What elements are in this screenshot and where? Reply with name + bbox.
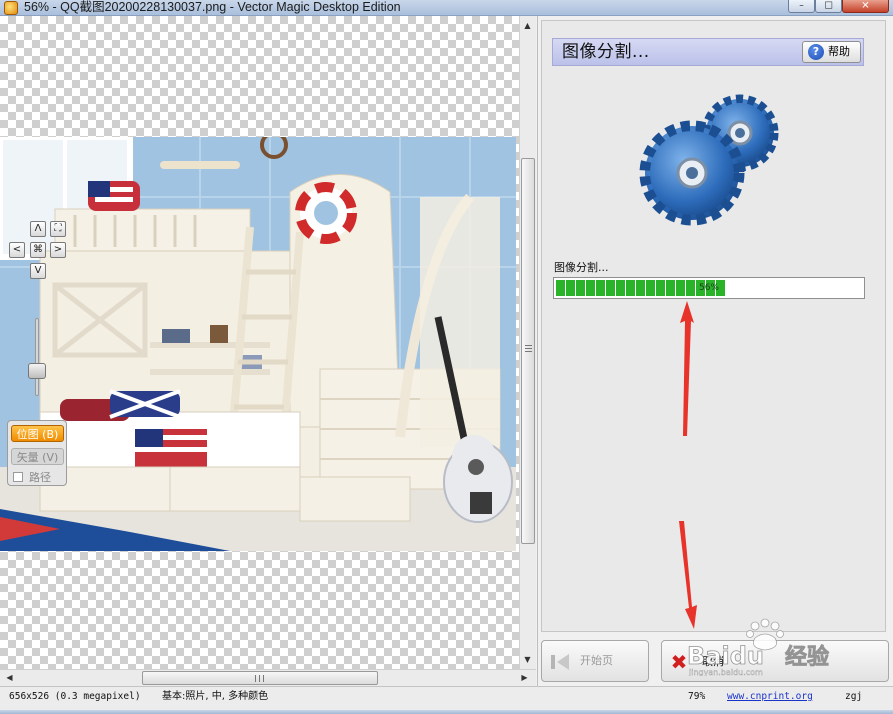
annotation-arrow-up-icon <box>680 301 694 436</box>
back-to-start-icon <box>551 654 569 670</box>
fit-icon: ⛶ <box>54 223 62 234</box>
path-checkbox[interactable] <box>13 472 23 482</box>
vertical-scrollbar[interactable]: ▲ ▼ <box>519 16 536 669</box>
progress-percent: 56% <box>698 283 719 293</box>
horizontal-scrollbar[interactable]: ◀ ▶ <box>0 669 536 686</box>
app-icon <box>4 1 18 15</box>
image-dimensions: 656x526 (0.3 megapixel) <box>9 691 141 702</box>
pan-up-button[interactable]: Λ <box>30 221 46 237</box>
wizard-panel: 图像分割... ? 帮助 图像分割... 56% 开始页 ✖ 取消 <box>537 16 893 686</box>
image-canvas[interactable]: Λ ⛶ < ⌘ > V 位图 (B) 矢量 (V) 路径 <box>0 16 519 669</box>
close-icon: ✕ <box>861 0 870 12</box>
center-view-button[interactable]: ⌘ <box>30 242 46 258</box>
scroll-up-arrow-icon[interactable]: ▲ <box>520 18 535 33</box>
close-button[interactable]: ✕ <box>842 0 889 13</box>
progress-label: 图像分割... <box>554 261 609 274</box>
maximize-button[interactable]: □ <box>815 0 842 13</box>
window-bottom-border <box>0 710 893 714</box>
view-mode-panel: 位图 (B) 矢量 (V) 路径 <box>7 420 67 486</box>
scroll-right-arrow-icon[interactable]: ▶ <box>517 670 532 685</box>
title-bar: 56% - QQ截图20200228130037.png - Vector Ma… <box>0 0 893 16</box>
start-page-label: 开始页 <box>580 654 613 667</box>
stage-header: 图像分割... ? 帮助 <box>552 38 864 66</box>
help-button[interactable]: ? 帮助 <box>802 41 861 63</box>
stage-area: 图像分割... ? 帮助 图像分割... 56% <box>541 20 886 632</box>
gears-icon <box>639 94 779 226</box>
help-icon: ? <box>808 44 824 60</box>
cancel-label: 取消 <box>702 655 724 668</box>
pan-left-button[interactable]: < <box>9 242 25 258</box>
zoom-level: 79% <box>688 691 706 702</box>
annotation-arrow-down-icon <box>679 521 697 629</box>
help-label: 帮助 <box>828 45 850 58</box>
stage-title: 图像分割... <box>562 42 650 62</box>
minimize-icon: – <box>799 0 804 11</box>
horizontal-scroll-thumb[interactable] <box>142 671 378 685</box>
cancel-x-icon: ✖ <box>670 650 688 674</box>
minimize-button[interactable]: – <box>788 0 815 13</box>
start-page-button[interactable]: 开始页 <box>541 640 649 682</box>
cancel-button[interactable]: ✖ 取消 <box>661 640 889 682</box>
window-title: 56% - QQ截图20200228130037.png - Vector Ma… <box>24 0 401 14</box>
center-icon: ⌘ <box>33 244 43 255</box>
user-label: zgj <box>845 691 863 702</box>
zoom-slider-thumb[interactable] <box>28 363 46 379</box>
vertical-scroll-thumb[interactable] <box>521 158 535 544</box>
pan-down-button[interactable]: V <box>30 263 46 279</box>
zoom-slider-track[interactable] <box>35 318 39 396</box>
bitmap-view-button[interactable]: 位图 (B) <box>11 425 64 442</box>
progress-bar: 56% <box>553 277 865 299</box>
bunk-bed-photo <box>0 137 516 551</box>
scroll-down-arrow-icon[interactable]: ▼ <box>520 652 535 667</box>
maximize-icon: □ <box>824 0 833 11</box>
fit-view-button[interactable]: ⛶ <box>50 221 66 237</box>
website-link[interactable]: www.cnprint.org <box>727 691 813 703</box>
path-label: 路径 <box>29 471 51 484</box>
path-view-toggle[interactable]: 路径 <box>11 469 64 486</box>
vector-view-button[interactable]: 矢量 (V) <box>11 448 64 465</box>
segmentation-mode: 基本:照片, 中, 多种颜色 <box>162 691 269 702</box>
scroll-left-arrow-icon[interactable]: ◀ <box>2 670 17 685</box>
pan-right-button[interactable]: > <box>50 242 66 258</box>
